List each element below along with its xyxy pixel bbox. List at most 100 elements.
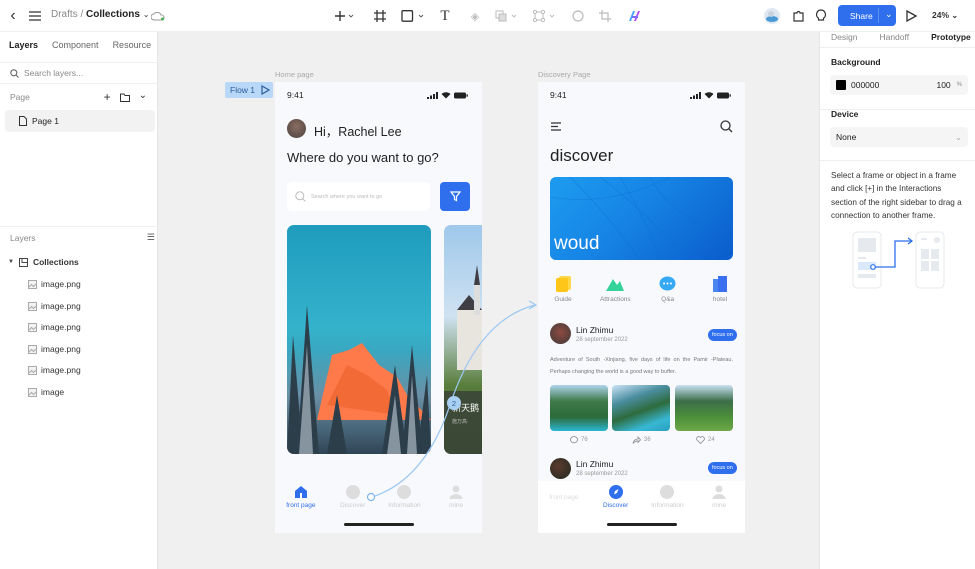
- text-tool-icon[interactable]: T: [438, 7, 452, 25]
- back-icon[interactable]: ‹: [6, 7, 20, 25]
- background-opacity[interactable]: 100: [936, 80, 950, 90]
- nav-front-page[interactable]: front page: [539, 485, 589, 533]
- attractions-icon: [606, 279, 625, 291]
- author-avatar[interactable]: [550, 323, 571, 344]
- comment-stat[interactable]: 76: [570, 436, 588, 444]
- layer-item[interactable]: image.png: [0, 296, 158, 316]
- layer-item[interactable]: image.png: [0, 360, 158, 380]
- greeting: Hi，Rachel Lee: [314, 125, 402, 139]
- component-icon[interactable]: ◈: [467, 7, 483, 25]
- connection-badge[interactable]: 2: [447, 396, 461, 410]
- nav-front-page[interactable]: front page: [276, 485, 326, 533]
- add-page-icon[interactable]: +: [104, 90, 111, 104]
- user-avatar[interactable]: [763, 7, 781, 25]
- chevron-down-icon[interactable]: ⌄: [143, 10, 150, 19]
- search-icon[interactable]: [720, 120, 733, 133]
- share-stat[interactable]: 36: [632, 436, 651, 444]
- flow-start-tag[interactable]: Flow 1: [225, 82, 273, 98]
- boolean-icon[interactable]: [494, 7, 522, 25]
- rectangle-icon[interactable]: [400, 7, 428, 25]
- menu-icon[interactable]: [551, 122, 562, 131]
- plus-icon[interactable]: [333, 7, 355, 25]
- tab-design[interactable]: Design: [831, 32, 857, 42]
- background-color-field[interactable]: 000000 100 %: [830, 75, 968, 95]
- featured-banner[interactable]: woud: [550, 177, 733, 260]
- nav-label: front page: [286, 502, 316, 509]
- plugin-icon[interactable]: [791, 7, 805, 25]
- ai-icon[interactable]: [627, 7, 643, 25]
- chevron-down-icon[interactable]: ⌄: [885, 9, 893, 20]
- layer-label: image.png: [41, 322, 81, 332]
- destination-card[interactable]: [287, 225, 431, 454]
- category-guide[interactable]: Guide: [541, 276, 585, 303]
- caret-down-icon[interactable]: ▼: [8, 259, 14, 265]
- chat-icon: [397, 485, 412, 499]
- like-count: 24: [708, 437, 715, 443]
- tab-prototype[interactable]: Prototype: [931, 32, 971, 42]
- share-divider: [878, 8, 879, 23]
- post-text: Adventure of South -Xinjiang, five days …: [550, 357, 733, 375]
- user-icon: [712, 485, 726, 499]
- layer-item[interactable]: image.png: [0, 339, 158, 359]
- layer-item[interactable]: image.png: [0, 274, 158, 294]
- filter-button[interactable]: [440, 182, 470, 211]
- frame-label-discovery[interactable]: Discovery Page: [538, 70, 591, 79]
- hotel-icon: [712, 276, 727, 292]
- discovery-page-frame[interactable]: 9:41 discover woud Guide Attractions Q&a…: [538, 82, 745, 533]
- share-button[interactable]: Share ⌄: [838, 5, 896, 26]
- background-hex[interactable]: 000000: [851, 80, 879, 90]
- breadcrumb-parent[interactable]: Drafts: [51, 9, 78, 20]
- like-stat[interactable]: 24: [696, 436, 715, 444]
- frame-label-home[interactable]: Home page: [275, 70, 314, 79]
- tab-layers[interactable]: Layers: [9, 40, 38, 50]
- chevron-down-icon[interactable]: ⌄: [139, 90, 147, 101]
- tab-resource[interactable]: Resource: [113, 40, 152, 50]
- mask-icon[interactable]: [532, 7, 560, 25]
- layer-item[interactable]: image.png: [0, 317, 158, 337]
- nav-mine[interactable]: mine: [694, 485, 744, 533]
- user-avatar[interactable]: [287, 119, 306, 138]
- search-input[interactable]: Search where you want to go: [287, 182, 430, 211]
- color-swatch[interactable]: [836, 80, 846, 90]
- destination-card[interactable]: 新天鹅 施万高·: [444, 225, 482, 454]
- nav-mine[interactable]: mine: [431, 485, 481, 533]
- play-icon[interactable]: [904, 7, 918, 25]
- follow-button[interactable]: focus on: [708, 329, 737, 341]
- tab-handoff[interactable]: Handoff: [879, 32, 909, 42]
- breadcrumb-current[interactable]: Collections: [86, 9, 140, 20]
- breadcrumb-separator: /: [80, 9, 84, 20]
- circle-icon[interactable]: [571, 7, 585, 25]
- folder-icon[interactable]: [119, 93, 130, 102]
- filter-icon: [449, 191, 461, 202]
- category-attractions[interactable]: Attractions: [593, 276, 637, 303]
- device-select[interactable]: None ⌄: [830, 127, 968, 147]
- post-image[interactable]: [550, 385, 608, 431]
- author-name[interactable]: Lin Zhimu: [576, 459, 613, 469]
- play-icon[interactable]: [261, 85, 270, 95]
- share-label: Share: [850, 10, 873, 21]
- follow-button[interactable]: focus on: [708, 462, 737, 474]
- author-name[interactable]: Lin Zhimu: [576, 325, 613, 335]
- post-image[interactable]: [675, 385, 733, 431]
- page-item[interactable]: Page 1: [5, 110, 155, 132]
- layer-item[interactable]: image: [0, 382, 158, 402]
- collapse-all-icon[interactable]: ☰: [147, 232, 155, 243]
- search-layers-input[interactable]: Search layers...: [0, 62, 157, 84]
- cloud-sync-icon: [150, 7, 166, 25]
- status-time: 9:41: [287, 90, 304, 100]
- category-hotel[interactable]: hotel: [698, 276, 742, 303]
- lightbulb-icon[interactable]: [814, 7, 828, 25]
- prototype-help-text: Select a frame or object in a frame and …: [820, 160, 975, 223]
- frame-icon[interactable]: [373, 7, 387, 25]
- tab-component[interactable]: Component: [52, 40, 99, 50]
- zoom-dropdown[interactable]: 24% ⌄: [932, 10, 958, 20]
- home-page-frame[interactable]: 9:41 Hi，Rachel Lee Where do you want to …: [275, 82, 482, 533]
- crop-icon[interactable]: [598, 7, 612, 25]
- category-qa[interactable]: Q&a: [646, 276, 690, 303]
- layer-label: image.png: [41, 365, 81, 375]
- author-avatar[interactable]: [550, 458, 571, 479]
- guide-icon: [555, 276, 571, 292]
- post-image[interactable]: [612, 385, 670, 431]
- layer-item-collections[interactable]: ▼ Collections: [0, 252, 158, 272]
- menu-icon[interactable]: [28, 7, 42, 25]
